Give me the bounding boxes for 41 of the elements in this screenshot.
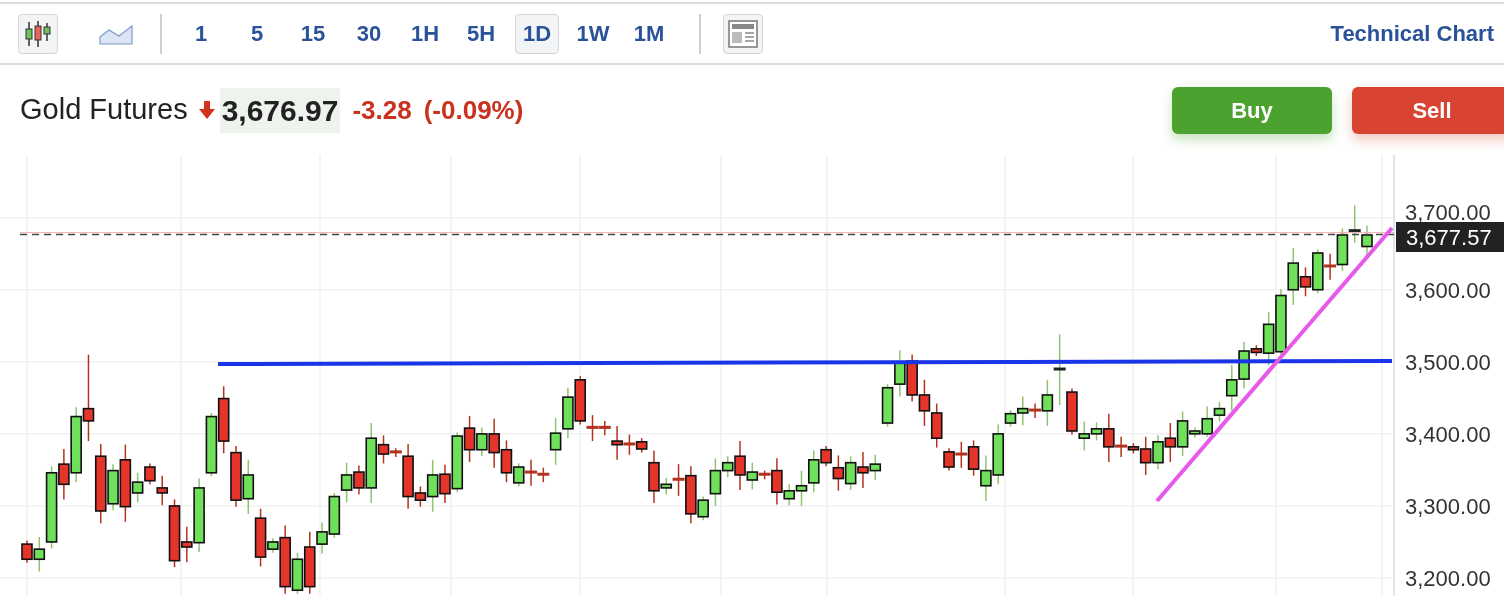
candlestick — [1213, 401, 1226, 423]
layout-icon — [728, 19, 758, 48]
candlestick — [1324, 252, 1338, 281]
candlestick — [672, 463, 685, 497]
candlestick-icon — [24, 18, 52, 49]
percent-change: (-0.09%) — [423, 93, 524, 127]
interval-button[interactable]: 1M — [627, 13, 671, 54]
interval-button[interactable]: 1H — [403, 13, 447, 54]
y-axis-label: 3,500.00 — [1405, 349, 1491, 375]
candlestick — [1115, 436, 1129, 458]
y-axis-label: 3,300.00 — [1405, 493, 1491, 519]
interval-button[interactable]: 1W — [571, 13, 615, 54]
candlestick — [1348, 204, 1361, 244]
interval-button[interactable]: 15 — [291, 13, 335, 54]
price-tag: 3,677.57 — [1396, 222, 1504, 252]
layout-button[interactable] — [723, 13, 763, 54]
y-axis-label: 3,400.00 — [1405, 421, 1491, 447]
interval-button[interactable]: 1D — [515, 13, 559, 54]
y-axis-label: 3,700.00 — [1405, 199, 1491, 225]
interval-button[interactable]: 30 — [347, 13, 391, 54]
price-change: -3.28 — [352, 93, 412, 127]
candlestick — [1029, 402, 1043, 419]
chart-type-button[interactable] — [18, 13, 58, 54]
interval-button[interactable]: 5H — [459, 13, 503, 54]
candlestick — [156, 474, 169, 506]
candlestick — [955, 441, 968, 469]
candlestick — [1053, 333, 1066, 406]
last-price: 3,676.97 — [219, 87, 341, 133]
candlestick — [1041, 379, 1054, 427]
sell-button[interactable]: Sell — [1352, 86, 1504, 134]
y-axis-label: 3,200.00 — [1405, 566, 1491, 591]
candlestick — [623, 433, 636, 456]
instrument-name: Gold Futures — [20, 92, 188, 128]
area-chart-icon — [99, 22, 133, 45]
candlestick — [549, 417, 562, 466]
y-axis-label: 3,600.00 — [1405, 277, 1491, 303]
interval-button[interactable]: 1 — [179, 13, 223, 54]
technical-chart-link[interactable]: Technical Chart — [1330, 17, 1494, 50]
candlestick — [1361, 224, 1373, 257]
interval-button[interactable]: 5 — [235, 13, 279, 54]
candlestick — [388, 447, 402, 458]
